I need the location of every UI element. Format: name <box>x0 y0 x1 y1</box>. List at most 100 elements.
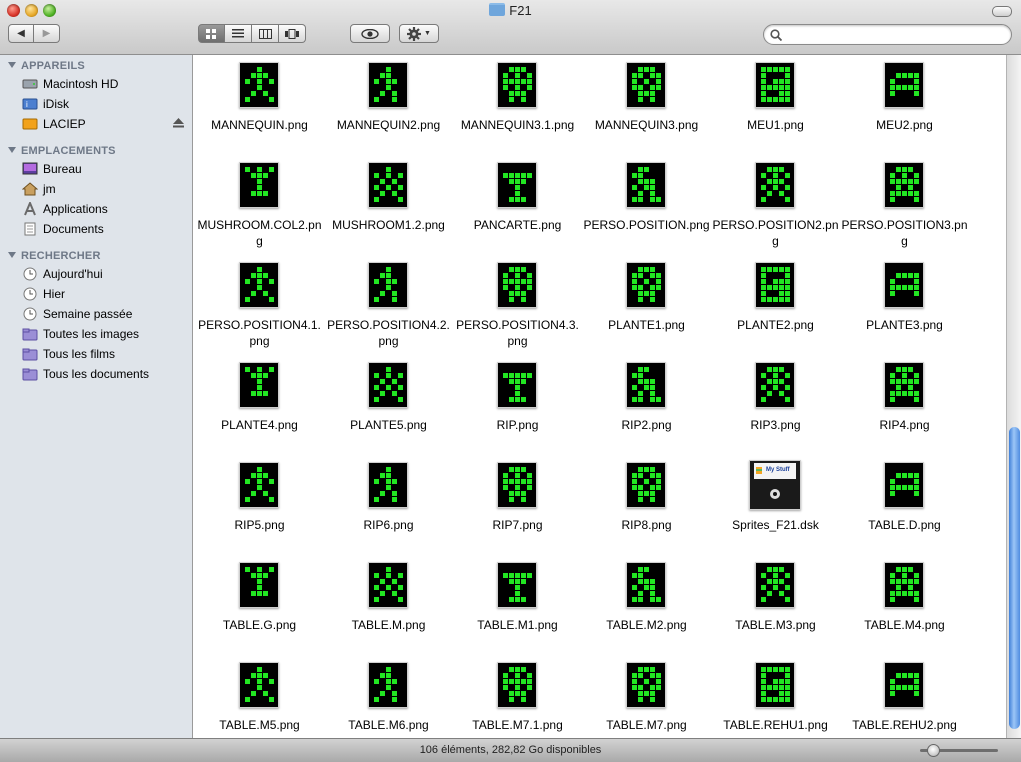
sidebar-item-laciep[interactable]: LACIEP <box>22 115 190 133</box>
svg-text:i: i <box>26 100 28 109</box>
status-bar: 106 éléments, 282,82 Go disponibles <box>0 738 1021 762</box>
clock-icon <box>23 267 37 281</box>
coverflow-view-icon <box>285 28 299 39</box>
sidebar-item-tous-les-films[interactable]: Tous les films <box>22 345 190 363</box>
file-name: TABLE.REHU1.png <box>723 718 828 732</box>
vertical-scrollbar[interactable] <box>1006 55 1021 738</box>
sprite-preview <box>374 667 397 702</box>
image-thumbnail <box>239 262 279 308</box>
file-name: TABLE.M1.png <box>477 618 558 632</box>
file-name: TABLE.M3.png <box>735 618 816 632</box>
image-thumbnail <box>884 262 924 308</box>
toolbar: F21 ◀ ▶ ▼ <box>0 0 1021 55</box>
sidebar-item-jm[interactable]: jm <box>22 180 190 198</box>
icon-size-slider-knob[interactable] <box>927 744 940 757</box>
file-name: MEU1.png <box>747 118 804 132</box>
sidebar-item-documents[interactable]: Documents <box>22 220 190 238</box>
file-name: TABLE.M.png <box>351 618 426 632</box>
disclosure-triangle-icon <box>8 147 16 153</box>
column-view-button[interactable] <box>252 24 279 43</box>
sidebar-item-toutes-les-images[interactable]: Toutes les images <box>22 325 190 343</box>
image-thumbnail <box>884 462 924 508</box>
icon-view-button[interactable] <box>198 24 225 43</box>
sidebar-item-label: Applications <box>43 202 108 216</box>
applications-icon <box>24 202 36 216</box>
smart-folder-icon <box>22 368 38 381</box>
sprite-preview <box>374 467 397 502</box>
sprite-preview <box>632 267 661 302</box>
desktop-icon <box>22 162 38 175</box>
sidebar-section-header[interactable]: RECHERCHER <box>8 250 101 262</box>
smart-folder-icon <box>22 348 38 361</box>
sidebar-item-idisk[interactable]: i iDisk <box>22 95 190 113</box>
sidebar-section-title: RECHERCHER <box>21 250 101 262</box>
sidebar-item-aujourd-hui[interactable]: Aujourd'hui <box>22 265 190 283</box>
sidebar-item-label: Aujourd'hui <box>43 267 103 281</box>
list-view-icon <box>232 29 244 38</box>
idisk-icon: i <box>22 98 38 110</box>
sidebar-item-hier[interactable]: Hier <box>22 285 190 303</box>
sidebar-section-header[interactable]: EMPLACEMENTS <box>8 145 116 157</box>
image-thumbnail <box>497 262 537 308</box>
toolbar-toggle-button[interactable] <box>992 6 1012 17</box>
sidebar-item-macintosh-hd[interactable]: Macintosh HD <box>22 75 190 93</box>
left-triangle-icon: ◀ <box>17 28 25 39</box>
sidebar-item-semaine-pass-e[interactable]: Semaine passée <box>22 305 190 323</box>
sprite-preview <box>632 67 661 102</box>
scrollbar-thumb[interactable] <box>1009 427 1020 729</box>
sidebar-item-tous-les-documents[interactable]: Tous les documents <box>22 365 190 383</box>
image-thumbnail <box>239 62 279 108</box>
image-thumbnail <box>755 162 795 208</box>
back-button[interactable]: ◀ <box>8 24 34 43</box>
file-name: PERSO.POSITION2.png <box>712 218 839 248</box>
sprite-preview <box>890 73 919 96</box>
sprite-preview <box>503 667 532 702</box>
sprite-preview <box>890 473 919 496</box>
sprite-preview <box>374 367 403 402</box>
sprite-preview <box>374 67 397 102</box>
image-thumbnail <box>239 562 279 608</box>
image-thumbnail <box>497 662 537 708</box>
sidebar-item-label: Hier <box>43 287 66 301</box>
sidebar-item-label: Documents <box>43 222 104 236</box>
window-title: F21 <box>0 3 1021 18</box>
sidebar-item-applications[interactable]: Applications <box>22 200 190 218</box>
eject-icon[interactable] <box>173 118 184 128</box>
home-icon <box>22 182 38 196</box>
list-view-button[interactable] <box>225 24 252 43</box>
file-name: TABLE.D.png <box>868 518 941 532</box>
search-field[interactable] <box>763 24 1012 45</box>
sidebar-item-label: Tous les films <box>43 347 116 361</box>
sprite-preview <box>761 667 790 702</box>
search-input[interactable] <box>786 27 1005 44</box>
file-grid: MANNEQUIN.png MANNEQUIN2.png MANNEQUIN3.1.… <box>193 55 1006 738</box>
view-mode-group <box>198 24 306 43</box>
sidebar-item-label: iDisk <box>43 97 69 111</box>
clock-icon <box>23 287 37 301</box>
file-name: TABLE.M2.png <box>606 618 687 632</box>
file-name: PERSO.POSITION3.png <box>841 218 968 248</box>
image-thumbnail <box>626 662 666 708</box>
forward-button[interactable]: ▶ <box>34 24 60 43</box>
sprite-preview <box>761 367 790 402</box>
finder-window: F21 ◀ ▶ ▼ APPAREILS Macintosh HD i iDisk… <box>0 0 1021 762</box>
sidebar-item-label: Bureau <box>43 162 82 176</box>
file-name: PERSO.POSITION4.2.png <box>327 318 450 348</box>
image-thumbnail <box>368 362 408 408</box>
sidebar-section-header[interactable]: APPAREILS <box>8 60 85 72</box>
smart-folder-icon <box>22 328 38 341</box>
action-menu-button[interactable]: ▼ <box>399 24 439 43</box>
image-thumbnail <box>497 462 537 508</box>
file-name: MANNEQUIN.png <box>211 118 308 132</box>
image-thumbnail <box>239 362 279 408</box>
image-thumbnail <box>884 62 924 108</box>
image-thumbnail <box>368 462 408 508</box>
file-name: RIP4.png <box>879 418 930 432</box>
sprite-preview <box>245 467 274 502</box>
sidebar-item-bureau[interactable]: Bureau <box>22 160 190 178</box>
coverflow-view-button[interactable] <box>279 24 306 43</box>
quicklook-button[interactable] <box>350 24 390 43</box>
file-name: RIP6.png <box>363 518 414 532</box>
file-name: RIP.png <box>496 418 539 432</box>
folder-icon <box>489 3 506 16</box>
